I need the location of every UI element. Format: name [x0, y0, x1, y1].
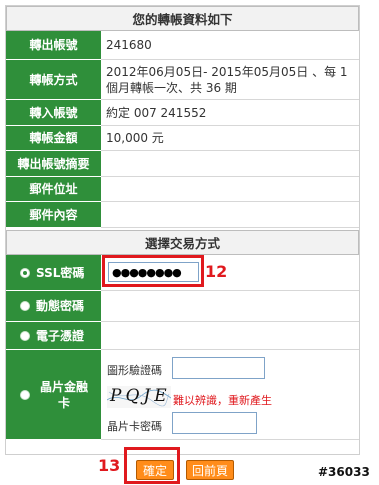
value-memo [101, 151, 359, 177]
value-source-account: 241680 [101, 31, 359, 60]
dynamic-cell [101, 291, 359, 322]
label-email-content: 郵件內容 [6, 202, 101, 228]
annotation-12: 12 [205, 262, 228, 281]
chip-pin-input[interactable] [172, 412, 257, 434]
confirm-button[interactable]: 確定 [136, 460, 174, 480]
value-transfer-method: 2012年06月05日- 2015年05月05日 、每 1 個月轉帳一次、共 3… [101, 60, 359, 100]
captcha-image: PQJE [106, 386, 172, 408]
cert-cell [101, 322, 359, 350]
method-dynamic-option[interactable]: 動態密碼 [6, 291, 101, 322]
watermark: #36033 [318, 465, 370, 479]
method-ssl-option[interactable]: SSL密碼 [6, 255, 101, 291]
chip-radio[interactable] [20, 389, 30, 400]
label-source-account: 轉出帳號 [6, 31, 101, 60]
dynamic-radio[interactable] [20, 301, 30, 311]
captcha-refresh-link[interactable]: 難以辨識，重新產生 [173, 392, 272, 408]
label-email-address: 郵件位址 [6, 177, 101, 202]
label-memo: 轉出帳號摘要 [6, 151, 101, 177]
method-chip-option[interactable]: 晶片金融卡 [6, 350, 101, 440]
captcha-label: 圖形驗證碼 [107, 364, 162, 377]
captcha-text: PQJE [110, 386, 171, 406]
value-email-address [101, 177, 359, 202]
value-dest-account: 約定 007 241552 [101, 100, 359, 126]
chip-pin-label: 晶片卡密碼 [107, 420, 162, 433]
annotation-box-12 [102, 255, 204, 287]
label-transfer-method: 轉帳方式 [6, 60, 101, 100]
value-email-content [101, 202, 359, 228]
ssl-radio[interactable] [20, 267, 30, 278]
annotation-13: 13 [98, 456, 121, 475]
back-button[interactable]: 回前頁 [186, 460, 234, 480]
captcha-input[interactable] [172, 357, 265, 379]
transfer-info-header: 您的轉帳資料如下 [6, 6, 359, 31]
method-title: 選擇交易方式 [144, 236, 220, 251]
method-header: 選擇交易方式 [6, 230, 359, 255]
transfer-info-title: 您的轉帳資料如下 [132, 12, 233, 27]
cert-radio[interactable] [20, 330, 30, 341]
value-amount: 10,000 元 [101, 126, 359, 151]
label-dest-account: 轉入帳號 [6, 100, 101, 126]
label-amount: 轉帳金額 [6, 126, 101, 151]
method-cert-option[interactable]: 電子憑證 [6, 322, 101, 350]
